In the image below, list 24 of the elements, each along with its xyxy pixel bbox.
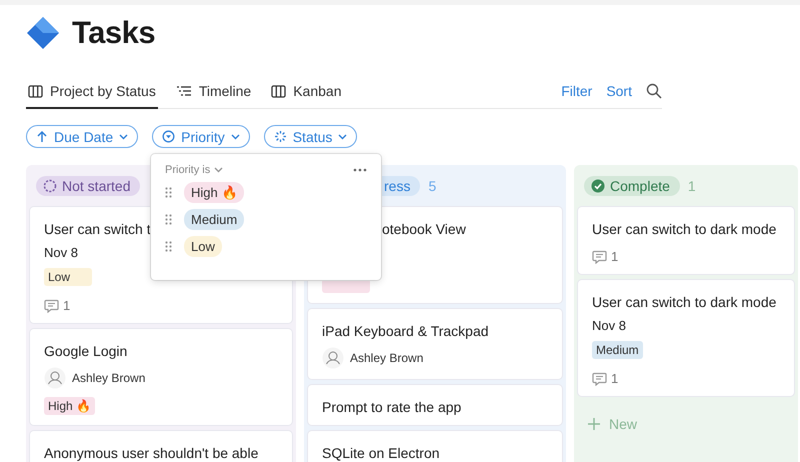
- assignee-name: Ashley Brown: [350, 351, 424, 365]
- card-title: SQLite on Electron: [322, 445, 440, 461]
- card-title: User can switch to dark mode: [592, 221, 776, 237]
- priority-tag: Low: [44, 268, 92, 286]
- card-title: otebook View: [382, 221, 466, 239]
- status-badge: ress: [382, 176, 420, 196]
- page-title: Tasks: [72, 15, 156, 51]
- card-title: User can switch to dark mode: [592, 294, 776, 310]
- card-title: Google Login: [44, 343, 128, 359]
- comment-count: 1: [611, 249, 618, 264]
- status-badge: Complete: [584, 176, 680, 196]
- card-count: 5: [428, 178, 436, 194]
- comment-count: 1: [63, 298, 70, 313]
- priority-tag: Medium: [592, 341, 643, 359]
- card-count: 1: [688, 178, 696, 194]
- assignee-name: Ashley Brown: [72, 371, 146, 385]
- status-badge: Not started: [36, 176, 140, 196]
- card-title: Prompt to rate the app: [322, 399, 462, 415]
- card-title: Anonymous user shouldn't be able: [44, 445, 258, 461]
- priority-tag: High 🔥: [44, 397, 96, 415]
- due-date: Nov 8: [592, 318, 626, 333]
- due-date: Nov 8: [44, 245, 78, 260]
- card-title: iPad Keyboard & Trackpad: [322, 323, 489, 339]
- comment-count: 1: [611, 371, 618, 386]
